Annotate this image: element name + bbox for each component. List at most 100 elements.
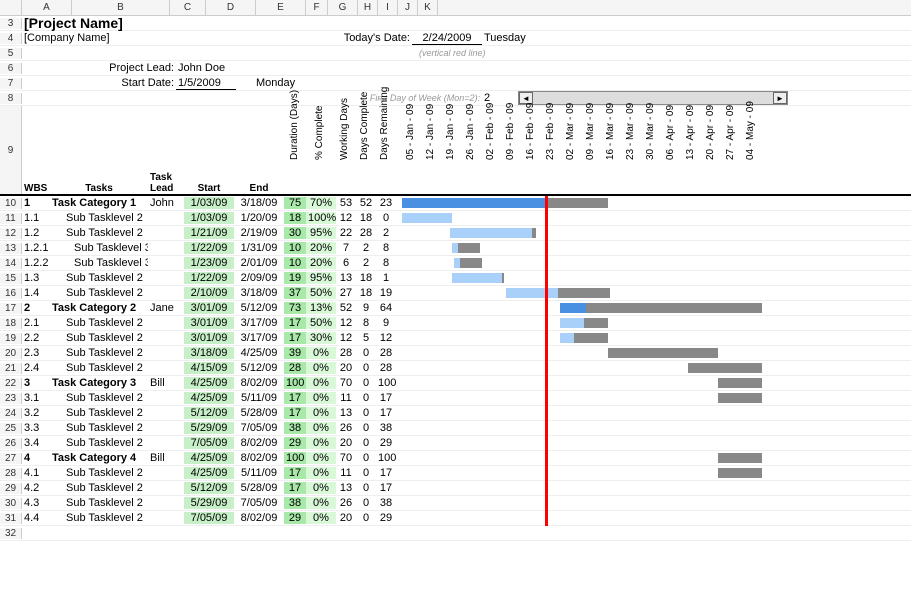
week-date-header[interactable]: 02 - Feb - 09 [480, 106, 500, 194]
cell-days-remaining[interactable]: 17 [376, 392, 396, 404]
cell-task[interactable]: Task Category 4 [50, 452, 148, 464]
cell-days-remaining[interactable]: 8 [376, 242, 396, 254]
week-date-header[interactable]: 06 - Apr - 09 [660, 106, 680, 194]
cell-pct-complete[interactable]: 95% [306, 272, 336, 284]
cell-working-days[interactable]: 6 [336, 257, 356, 269]
today-date[interactable]: 2/24/2009 [412, 32, 482, 45]
cell-task[interactable]: Sub Tasklevel 2 [50, 407, 148, 419]
cell-days-remaining[interactable]: 9 [376, 317, 396, 329]
cell-end[interactable]: 2/01/09 [234, 257, 284, 269]
cell-days-complete[interactable]: 9 [356, 302, 376, 314]
table-row[interactable]: 274Task Category 4Bill4/25/098/02/091000… [0, 451, 911, 466]
cell-task[interactable]: Sub Tasklevel 2 [50, 347, 148, 359]
scroll-right-button[interactable]: ► [773, 92, 787, 104]
week-date-header[interactable]: 09 - Feb - 09 [500, 106, 520, 194]
cell-duration[interactable]: 38 [284, 422, 306, 434]
cell-duration[interactable]: 17 [284, 407, 306, 419]
cell-pct-complete[interactable]: 0% [306, 347, 336, 359]
cell-days-remaining[interactable]: 29 [376, 512, 396, 524]
table-row[interactable]: 304.3Sub Tasklevel 25/29/097/05/09380%26… [0, 496, 911, 511]
cell-start[interactable]: 1/03/09 [184, 212, 234, 224]
cell-start[interactable]: 5/29/09 [184, 422, 234, 434]
cell-duration[interactable]: 28 [284, 362, 306, 374]
week-date-header[interactable]: 23 - Feb - 09 [540, 106, 560, 194]
table-row[interactable]: 192.2Sub Tasklevel 23/01/093/17/091730%1… [0, 331, 911, 346]
table-row[interactable]: 223Task Category 3Bill4/25/098/02/091000… [0, 376, 911, 391]
cell-days-complete[interactable]: 0 [356, 407, 376, 419]
column-letter[interactable]: H [358, 0, 378, 15]
cell-days-remaining[interactable]: 0 [376, 212, 396, 224]
cell-start[interactable]: 5/29/09 [184, 497, 234, 509]
cell-days-remaining[interactable]: 2 [376, 227, 396, 239]
cell-task[interactable]: Task Category 1 [50, 197, 148, 209]
cell-wbs[interactable]: 3.3 [22, 422, 50, 434]
cell-duration[interactable]: 17 [284, 467, 306, 479]
cell-days-complete[interactable]: 18 [356, 287, 376, 299]
cell-end[interactable]: 8/02/09 [234, 452, 284, 464]
cell-duration[interactable]: 10 [284, 257, 306, 269]
cell-days-remaining[interactable]: 100 [376, 377, 396, 389]
cell-lead[interactable]: John [148, 197, 184, 209]
cell-wbs[interactable]: 1.3 [22, 272, 50, 284]
cell-days-complete[interactable]: 0 [356, 392, 376, 404]
cell-pct-complete[interactable]: 13% [306, 302, 336, 314]
table-row[interactable]: 131.2.1Sub Tasklevel 31/22/091/31/091020… [0, 241, 911, 256]
cell-days-complete[interactable]: 0 [356, 482, 376, 494]
cell-days-complete[interactable]: 18 [356, 272, 376, 284]
header-duration[interactable]: Duration (Days) [284, 106, 304, 194]
cell-duration[interactable]: 30 [284, 227, 306, 239]
cell-working-days[interactable]: 22 [336, 227, 356, 239]
cell-start[interactable]: 3/01/09 [184, 302, 234, 314]
table-row[interactable]: 111.1Sub Tasklevel 21/03/091/20/0918100%… [0, 211, 911, 226]
cell-wbs[interactable]: 2 [22, 302, 50, 314]
cell-wbs[interactable]: 4.4 [22, 512, 50, 524]
week-date-header[interactable]: 27 - Apr - 09 [720, 106, 740, 194]
week-date-header[interactable]: 19 - Jan - 09 [440, 106, 460, 194]
column-letter[interactable]: C [170, 0, 206, 15]
cell-end[interactable]: 7/05/09 [234, 497, 284, 509]
cell-days-remaining[interactable]: 64 [376, 302, 396, 314]
cell-working-days[interactable]: 11 [336, 392, 356, 404]
cell-working-days[interactable]: 11 [336, 467, 356, 479]
cell-end[interactable]: 2/19/09 [234, 227, 284, 239]
header-working-days[interactable]: Working Days [334, 106, 354, 194]
cell-wbs[interactable]: 2.1 [22, 317, 50, 329]
cell-wbs[interactable]: 1.2.2 [22, 257, 50, 269]
column-letter[interactable]: B [72, 0, 170, 15]
cell-end[interactable]: 5/11/09 [234, 392, 284, 404]
cell-pct-complete[interactable]: 0% [306, 452, 336, 464]
cell-days-complete[interactable]: 0 [356, 437, 376, 449]
header-days-complete[interactable]: Days Complete [354, 106, 374, 194]
cell-duration[interactable]: 29 [284, 437, 306, 449]
cell-working-days[interactable]: 26 [336, 497, 356, 509]
cell-wbs[interactable]: 1.4 [22, 287, 50, 299]
project-lead-name[interactable]: John Doe [176, 62, 256, 74]
cell-wbs[interactable]: 2.3 [22, 347, 50, 359]
cell-working-days[interactable]: 52 [336, 302, 356, 314]
cell-duration[interactable]: 37 [284, 287, 306, 299]
cell-start[interactable]: 1/22/09 [184, 242, 234, 254]
cell-days-remaining[interactable]: 17 [376, 407, 396, 419]
table-row[interactable]: 101Task Category 1John1/03/093/18/097570… [0, 196, 911, 211]
cell-start[interactable]: 1/03/09 [184, 197, 234, 209]
table-row[interactable]: 161.4Sub Tasklevel 22/10/093/18/093750%2… [0, 286, 911, 301]
cell-days-remaining[interactable]: 1 [376, 272, 396, 284]
column-letter[interactable]: D [206, 0, 256, 15]
cell-working-days[interactable]: 12 [336, 332, 356, 344]
cell-duration[interactable]: 75 [284, 197, 306, 209]
cell-duration[interactable]: 17 [284, 482, 306, 494]
cell-working-days[interactable]: 12 [336, 317, 356, 329]
cell-duration[interactable]: 73 [284, 302, 306, 314]
table-row[interactable]: 243.2Sub Tasklevel 25/12/095/28/09170%13… [0, 406, 911, 421]
cell-start[interactable]: 1/21/09 [184, 227, 234, 239]
table-row[interactable]: 172Task Category 2Jane3/01/095/12/097313… [0, 301, 911, 316]
cell-pct-complete[interactable]: 0% [306, 377, 336, 389]
cell-wbs[interactable]: 1 [22, 197, 50, 209]
cell-task[interactable]: Sub Tasklevel 2 [50, 317, 148, 329]
cell-days-remaining[interactable]: 38 [376, 422, 396, 434]
cell-days-remaining[interactable]: 29 [376, 437, 396, 449]
cell-working-days[interactable]: 13 [336, 272, 356, 284]
cell-duration[interactable]: 17 [284, 332, 306, 344]
cell-start[interactable]: 4/25/09 [184, 467, 234, 479]
header-start[interactable]: Start [184, 183, 234, 194]
